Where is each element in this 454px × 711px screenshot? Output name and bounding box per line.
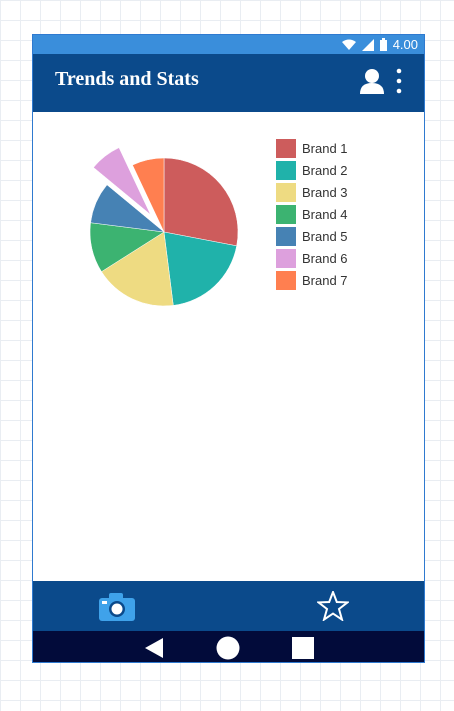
pie-chart	[89, 147, 239, 307]
legend-label: Brand 7	[302, 272, 348, 288]
legend-swatch	[276, 138, 296, 158]
legend-swatch	[276, 226, 296, 246]
status-time: 4.00	[392, 37, 418, 52]
chart-legend: Brand 1 Brand 2 Brand 3 Brand 4 Brand 5 Brand…	[276, 137, 348, 291]
legend-label: Brand 2	[302, 162, 348, 178]
android-nav-bar	[33, 631, 424, 662]
user-icon[interactable]	[360, 68, 384, 94]
legend-swatch	[276, 204, 296, 224]
legend-swatch	[276, 270, 296, 290]
legend-label: Brand 3	[302, 184, 348, 200]
pie-slice-brand-1	[163, 157, 239, 247]
chart-area: Brand 1 Brand 2 Brand 3 Brand 4 Brand 5 Brand…	[33, 112, 424, 582]
legend-label: Brand 4	[302, 206, 348, 222]
recent-apps-icon[interactable]	[291, 636, 315, 660]
legend-item: Brand 2	[276, 159, 348, 181]
camera-icon[interactable]	[99, 593, 135, 621]
legend-label: Brand 6	[302, 250, 348, 266]
home-icon[interactable]	[215, 635, 241, 661]
battery-icon	[379, 38, 387, 51]
legend-item: Brand 3	[276, 181, 348, 203]
legend-item: Brand 1	[276, 137, 348, 159]
status-bar: 4.00	[33, 35, 424, 54]
wifi-icon	[341, 39, 356, 50]
signal-icon	[361, 38, 374, 51]
legend-swatch	[276, 182, 296, 202]
legend-swatch	[276, 160, 296, 180]
bottom-bar	[33, 581, 424, 631]
back-icon[interactable]	[143, 636, 165, 660]
page-title: Trends and Stats	[55, 68, 199, 90]
legend-swatch	[276, 248, 296, 268]
legend-item: Brand 6	[276, 247, 348, 269]
legend-item: Brand 7	[276, 269, 348, 291]
more-vert-icon[interactable]	[395, 68, 403, 94]
app-bar: Trends and Stats	[33, 54, 424, 112]
legend-label: Brand 1	[302, 140, 348, 156]
legend-label: Brand 5	[302, 228, 348, 244]
star-icon[interactable]	[317, 591, 349, 621]
legend-item: Brand 5	[276, 225, 348, 247]
legend-item: Brand 4	[276, 203, 348, 225]
phone-frame: 4.00 Trends and Stats Brand 1 Brand 2 Bran…	[32, 34, 425, 663]
